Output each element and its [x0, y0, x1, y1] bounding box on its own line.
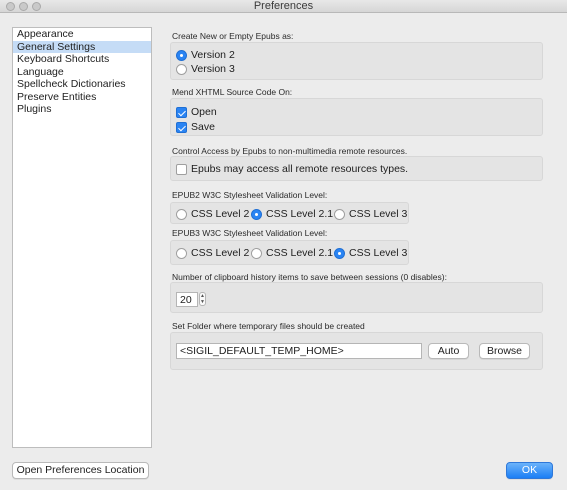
remote-access-label: Epubs may access all remote resources ty… [191, 163, 409, 175]
epub2-css-level2-option[interactable]: CSS Level 2 [176, 208, 249, 220]
sidebar-item-keyboard-shortcuts[interactable]: Keyboard Shortcuts [13, 53, 151, 66]
epub3-css-level3-label: CSS Level 3 [349, 247, 408, 259]
epub-version-group: Version 2 Version 3 [170, 42, 543, 80]
epub2-css-level2-label: CSS Level 2 [191, 208, 250, 220]
epub2-css-level3-radio[interactable] [334, 208, 345, 220]
epub2-css-heading: EPUB2 W3C Stylesheet Validation Level: [172, 190, 328, 200]
epub-version-heading: Create New or Empty Epubs as: [172, 31, 294, 41]
sidebar-item-spellcheck-dictionaries[interactable]: Spellcheck Dictionaries [13, 78, 151, 91]
auto-button[interactable]: Auto [428, 343, 469, 359]
mend-save-option[interactable]: Save [176, 121, 215, 133]
epub3-css-level21-radio[interactable] [251, 247, 262, 259]
sidebar-item-plugins[interactable]: Plugins [13, 103, 151, 116]
sidebar-item-language[interactable]: Language [13, 66, 151, 79]
epub2-css-group: CSS Level 2 CSS Level 2.1 CSS Level 3 [170, 202, 409, 224]
clipboard-heading: Number of clipboard history items to sav… [172, 272, 447, 282]
window-title: Preferences [253, 0, 314, 12]
sidebar: Appearance General Settings Keyboard Sho… [12, 27, 152, 448]
epub3-css-level2-option[interactable]: CSS Level 2 [176, 247, 249, 259]
epub2-css-level3-option[interactable]: CSS Level 3 [334, 208, 407, 220]
remote-group: Epubs may access all remote resources ty… [170, 156, 543, 181]
epub2-css-level21-label: CSS Level 2.1 [266, 208, 334, 220]
epub3-css-group: CSS Level 2 CSS Level 2.1 CSS Level 3 [170, 240, 409, 265]
temp-folder-input[interactable]: <SIGIL_DEFAULT_TEMP_HOME> [176, 343, 422, 359]
epub3-css-level21-label: CSS Level 2.1 [266, 247, 334, 259]
epub3-css-level2-radio[interactable] [176, 247, 187, 259]
clipboard-count-stepper[interactable]: ▲ ▼ [199, 292, 206, 306]
mend-heading: Mend XHTML Source Code On: [172, 87, 293, 97]
temp-folder-group: <SIGIL_DEFAULT_TEMP_HOME> Auto Browse [170, 332, 543, 370]
epub2-css-level21-radio[interactable] [251, 208, 262, 220]
mend-open-label: Open [191, 106, 217, 118]
ok-button[interactable]: OK [506, 462, 553, 479]
clipboard-group: 20 ▲ ▼ [170, 282, 543, 313]
mend-open-checkbox[interactable] [176, 106, 187, 118]
epub3-css-level2-label: CSS Level 2 [191, 247, 250, 259]
mend-save-checkbox[interactable] [176, 121, 187, 133]
remote-heading: Control Access by Epubs to non-multimedi… [172, 146, 408, 156]
epub3-css-level3-radio[interactable] [334, 247, 345, 259]
mend-group: Open Save [170, 98, 543, 136]
version-2-option[interactable]: Version 2 [176, 49, 235, 61]
epub2-css-level2-radio[interactable] [176, 208, 187, 220]
version-2-radio[interactable] [176, 49, 187, 61]
sidebar-item-preserve-entities[interactable]: Preserve Entities [13, 91, 151, 104]
temp-folder-heading: Set Folder where temporary files should … [172, 321, 365, 331]
title-bar: Preferences [0, 0, 567, 13]
remote-access-option[interactable]: Epubs may access all remote resources ty… [176, 163, 408, 175]
version-3-option[interactable]: Version 3 [176, 63, 235, 75]
open-preferences-location-button[interactable]: Open Preferences Location [12, 462, 149, 479]
browse-button[interactable]: Browse [479, 343, 530, 359]
sidebar-item-general-settings[interactable]: General Settings [13, 40, 151, 53]
epub3-css-heading: EPUB3 W3C Stylesheet Validation Level: [172, 228, 328, 238]
stepper-down-icon[interactable]: ▼ [200, 299, 205, 305]
version-2-label: Version 2 [191, 49, 235, 61]
version-3-radio[interactable] [176, 63, 187, 75]
epub2-css-level21-option[interactable]: CSS Level 2.1 [251, 208, 333, 220]
epub3-css-level3-option[interactable]: CSS Level 3 [334, 247, 407, 259]
epub3-css-level21-option[interactable]: CSS Level 2.1 [251, 247, 333, 259]
remote-access-checkbox[interactable] [176, 163, 187, 175]
mend-open-option[interactable]: Open [176, 106, 217, 118]
epub2-css-level3-label: CSS Level 3 [349, 208, 408, 220]
clipboard-count-input[interactable]: 20 [176, 292, 198, 307]
mend-save-label: Save [191, 121, 215, 133]
sidebar-item-appearance[interactable]: Appearance [13, 28, 151, 41]
version-3-label: Version 3 [191, 63, 235, 75]
